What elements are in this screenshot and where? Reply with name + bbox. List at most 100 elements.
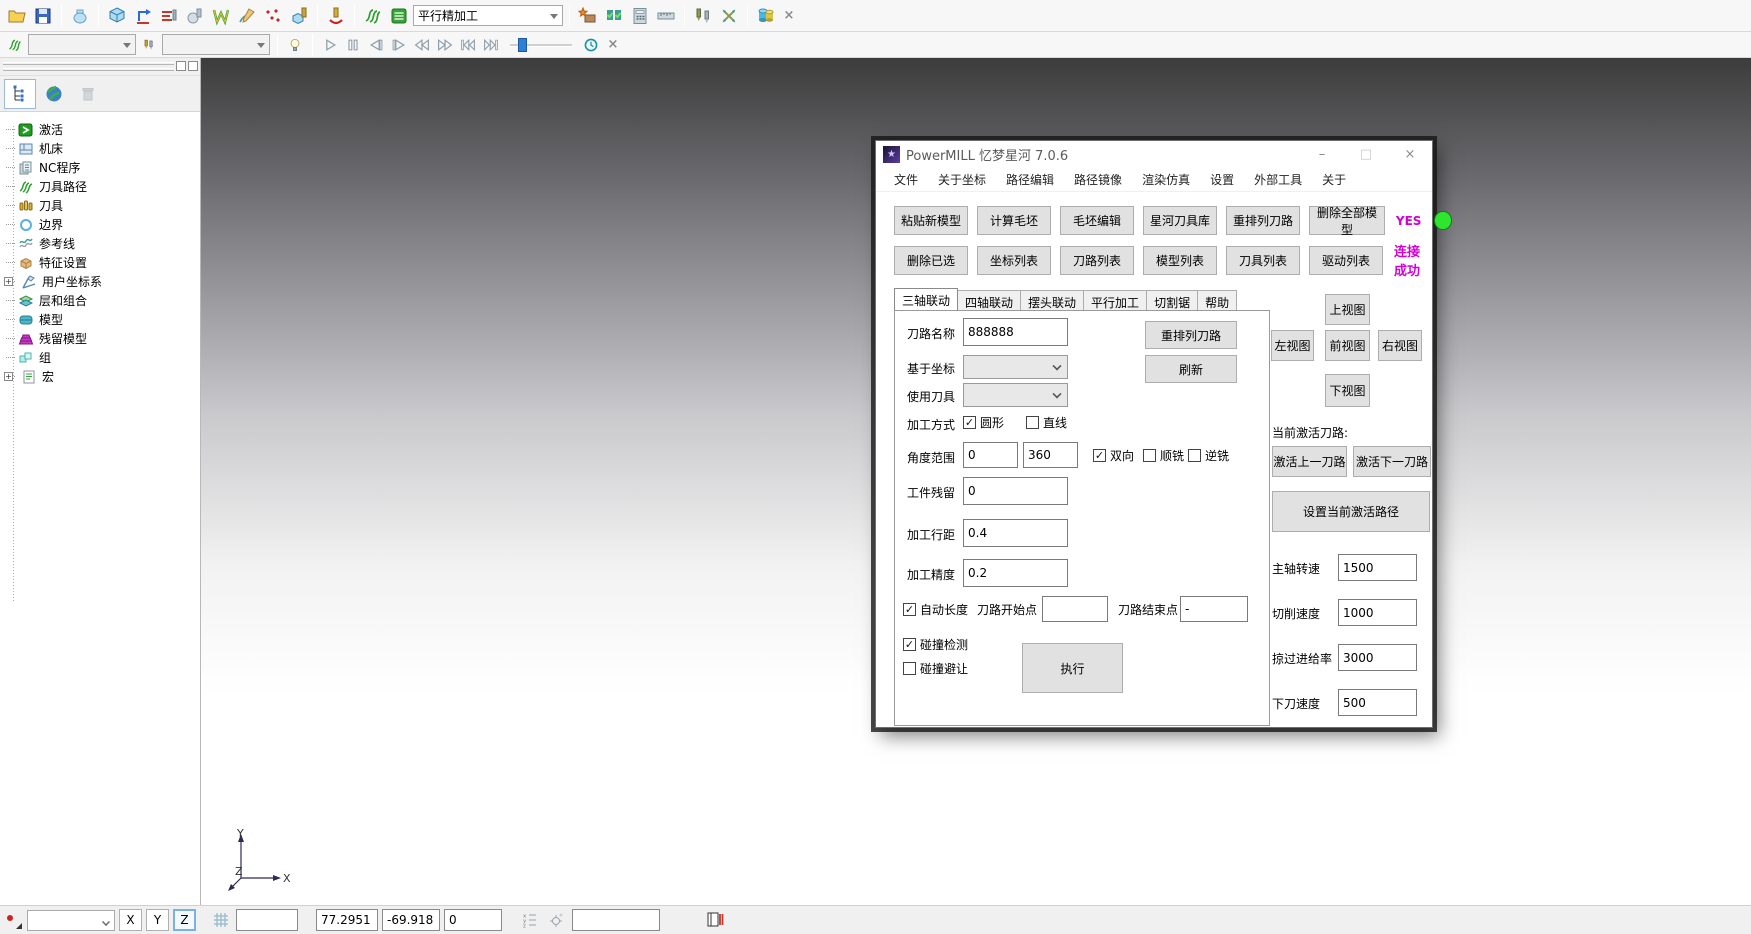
simulation-speed-slider[interactable] <box>510 37 572 53</box>
tree-item-nc-program[interactable]: NC程序 <box>6 158 200 177</box>
rapid-move-heights-icon[interactable] <box>131 4 155 28</box>
tool-list-button[interactable]: 刀具列表 <box>1226 246 1300 275</box>
strategy-list-icon[interactable] <box>387 4 411 28</box>
execute-button[interactable]: 执行 <box>1022 643 1123 693</box>
coord-x-field[interactable]: 77.2951 <box>316 909 378 931</box>
step-back-icon[interactable] <box>366 35 386 55</box>
go-to-end-icon[interactable] <box>481 35 501 55</box>
tree-item-toolpaths[interactable]: 刀具路径 <box>6 177 200 196</box>
toolbox-icon[interactable] <box>576 4 600 28</box>
spindle-speed-input[interactable]: 1500 <box>1338 554 1417 581</box>
tab-4axis[interactable]: 四轴联动 <box>957 290 1021 310</box>
rearrange-toolpaths-button[interactable]: 重排列刀路 <box>1226 206 1300 235</box>
tolerance-input[interactable]: 0.2 <box>963 559 1068 587</box>
maximize-icon[interactable]: □ <box>1344 142 1388 168</box>
menu-external-tools[interactable]: 外部工具 <box>1244 168 1312 191</box>
lightbulb-icon[interactable] <box>285 35 305 55</box>
tree-item-patterns[interactable]: 参考线 <box>6 234 200 253</box>
ruler-icon[interactable] <box>654 4 678 28</box>
climb-checkbox[interactable]: 顺铣 <box>1143 447 1184 464</box>
axis-z-button[interactable]: Z <box>173 909 196 931</box>
tab-help[interactable]: 帮助 <box>1197 290 1237 310</box>
menu-settings[interactable]: 设置 <box>1200 168 1244 191</box>
circular-checkbox[interactable]: 圆形 <box>963 414 1004 431</box>
dialog-titlebar[interactable]: ★ PowerMILL 忆梦星河 7.0.6 – □ × <box>876 141 1432 168</box>
tree-item-stock-models[interactable]: 残留模型 <box>6 329 200 348</box>
axis-y-button[interactable]: Y <box>146 909 169 931</box>
measure-field[interactable] <box>572 909 660 931</box>
menu-about-coords[interactable]: 关于坐标 <box>928 168 996 191</box>
front-view-button[interactable]: 前视图 <box>1325 330 1370 361</box>
toolpath-name-input[interactable]: 888888 <box>963 318 1068 346</box>
bottom-view-button[interactable]: 下视图 <box>1325 374 1370 407</box>
delete-all-models-button[interactable]: 删除全部模型 <box>1309 206 1385 235</box>
top-view-button[interactable]: 上视图 <box>1325 294 1370 325</box>
anchor-point-icon[interactable] <box>546 909 568 931</box>
toolbar-close-icon[interactable]: × <box>604 37 622 52</box>
tool-block-icon[interactable] <box>287 4 311 28</box>
play-icon[interactable] <box>320 35 340 55</box>
tree-item-workplanes[interactable]: +用户坐标系 <box>6 272 200 291</box>
slider-handle[interactable] <box>518 38 527 52</box>
tab-head-linkage[interactable]: 摆头联动 <box>1020 290 1084 310</box>
z-heights-icon[interactable] <box>157 4 181 28</box>
collision-check-checkbox[interactable]: 碰撞检测 <box>903 636 968 653</box>
coord-z-field[interactable]: 0 <box>444 909 502 931</box>
tool-library-button[interactable]: 星河刀具库 <box>1143 206 1217 235</box>
left-view-button[interactable]: 左视图 <box>1271 330 1314 361</box>
points-icon[interactable] <box>261 4 285 28</box>
clock-icon[interactable] <box>581 35 601 55</box>
tree-item-models[interactable]: 模型 <box>6 310 200 329</box>
tree-item-tools[interactable]: 刀具 <box>6 196 200 215</box>
use-tool-select[interactable] <box>963 383 1068 407</box>
close-icon[interactable]: × <box>1388 142 1432 168</box>
menu-about[interactable]: 关于 <box>1312 168 1356 191</box>
tool-change-icon[interactable] <box>691 4 715 28</box>
sim-tool-combobox[interactable] <box>162 34 270 55</box>
auto-length-checkbox[interactable]: 自动长度 <box>903 601 968 618</box>
pattern-pencil-icon[interactable] <box>235 4 259 28</box>
refresh-button[interactable]: 刷新 <box>1145 355 1237 383</box>
paste-new-model-button[interactable]: 粘贴新模型 <box>894 206 968 235</box>
calc-block-button[interactable]: 计算毛坯 <box>977 206 1051 235</box>
tree-item-activate[interactable]: 激活 <box>6 120 200 139</box>
panel-float-icon[interactable] <box>176 61 186 71</box>
panel-close-icon[interactable] <box>188 61 198 71</box>
menu-file[interactable]: 文件 <box>884 168 928 191</box>
angle-start-input[interactable]: 0 <box>963 442 1018 468</box>
strategy-combobox[interactable]: 平行精加工 <box>413 5 563 26</box>
activate-next-toolpath-button[interactable]: 激活下一刀路 <box>1353 446 1431 477</box>
skim-feed-input[interactable]: 3000 <box>1338 644 1417 671</box>
pause-icon[interactable] <box>343 35 363 55</box>
minimize-icon[interactable]: – <box>1300 142 1344 168</box>
collision-avoid-checkbox[interactable]: 碰撞避让 <box>903 660 968 677</box>
model-list-button[interactable]: 模型列表 <box>1143 246 1217 275</box>
save-project-icon[interactable] <box>31 4 55 28</box>
fast-forward-icon[interactable] <box>435 35 455 55</box>
set-active-path-button[interactable]: 设置当前激活路径 <box>1272 491 1430 532</box>
start-point-input[interactable] <box>1042 596 1108 622</box>
based-coord-select[interactable] <box>963 355 1068 379</box>
toolpath-spring-icon[interactable] <box>361 4 385 28</box>
line-checkbox[interactable]: 直线 <box>1026 414 1067 431</box>
tab-parallel[interactable]: 平行加工 <box>1083 290 1147 310</box>
explorer-web-tab[interactable] <box>38 79 70 109</box>
tree-item-macros[interactable]: +宏 <box>6 367 200 386</box>
tree-item-machine-tool[interactable]: 机床 <box>6 139 200 158</box>
rearrange-toolpath-button-2[interactable]: 重排列刀路 <box>1145 321 1237 349</box>
open-project-icon[interactable] <box>5 4 29 28</box>
coord-y-field[interactable]: -69.918 <box>382 909 440 931</box>
grid-size-field[interactable] <box>236 909 298 931</box>
verify-toolpath-icon[interactable] <box>602 4 626 28</box>
grid-snap-icon[interactable] <box>210 909 232 931</box>
boundary-w-icon[interactable] <box>209 4 233 28</box>
tree-item-feature-sets[interactable]: 特征设置 <box>6 253 200 272</box>
go-to-start-icon[interactable] <box>458 35 478 55</box>
tree-item-boundaries[interactable]: 边界 <box>6 215 200 234</box>
menu-path-edit[interactable]: 路径编辑 <box>996 168 1064 191</box>
menu-render-sim[interactable]: 渲染仿真 <box>1132 168 1200 191</box>
toolpath-list-button[interactable]: 刀路列表 <box>1060 246 1134 275</box>
rewind-icon[interactable] <box>412 35 432 55</box>
stock-cylinders-icon[interactable] <box>754 4 778 28</box>
tab-saw[interactable]: 切割锯 <box>1146 290 1198 310</box>
